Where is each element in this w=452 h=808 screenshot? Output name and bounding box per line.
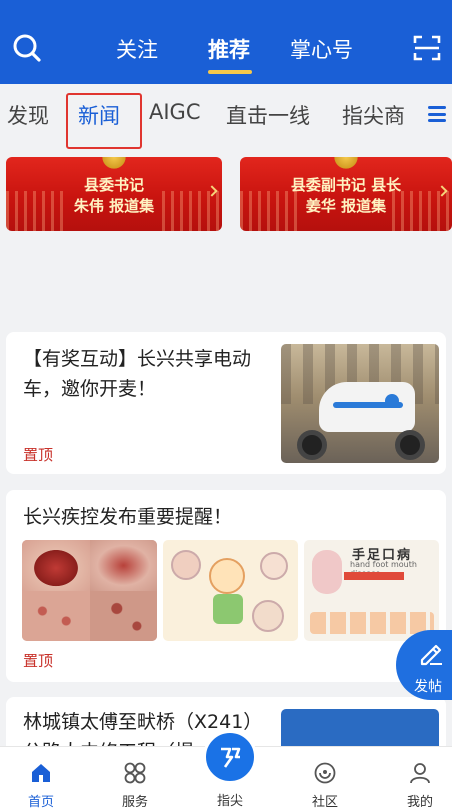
feed-title: 长兴疾控发布重要提醒！ [23,506,233,528]
nav-label: 社区 [311,795,338,808]
community-icon [314,762,336,784]
edit-icon [420,644,442,666]
banner-title: 县委书记 [83,176,144,194]
banner-title: 县委副书记 县长 [290,176,402,194]
banner-subtitle: 姜华 报道集 [305,197,387,215]
feed-title: 【有奖互动】长兴共享电动车，邀你开麦！ [23,348,252,400]
tab-follow[interactable]: 关注 [116,34,158,64]
channel-news-highlight [66,93,142,149]
profile-icon [410,763,430,784]
post-button-label: 发帖 [414,679,442,695]
top-tabs: 关注 推荐 掌心号 [100,30,380,74]
emblem-icon [333,157,359,171]
nav-fingertip-button[interactable] [203,730,257,784]
channel-discover[interactable]: 发现 [7,100,49,130]
pinned-label: 置顶 [23,446,54,464]
nav-label: 首页 [27,795,54,808]
nav-label: 指尖 [216,794,243,808]
grid-icon [124,762,146,784]
symptom-photo-thumbnail [22,540,157,641]
feed-card[interactable]: 长兴疾控发布重要提醒！ 手足口病 hand foot mouth disease… [6,490,446,682]
post-button[interactable]: 发帖 [396,630,452,700]
banner-subtitle: 朱伟 报道集 [73,197,155,215]
channel-menu-icon[interactable] [428,106,446,122]
channel-bar: 发现 新闻 AIGC 直击一线 指尖商 [0,84,452,149]
banner-county-head[interactable]: 县委副书记 县长 姜华 报道集 [240,157,452,231]
top-header: 关注 推荐 掌心号 [0,0,452,84]
tab-zhangxinhao[interactable]: 掌心号 [290,34,353,64]
scan-icon[interactable] [412,33,442,63]
emblem-icon [101,157,127,171]
channel-frontline[interactable]: 直击一线 [226,100,310,130]
feed-card[interactable]: 【有奖互动】长兴共享电动车，邀你开麦！ 置顶 [6,332,446,474]
banner-secretary[interactable]: 县委书记 朱伟 报道集 [6,157,222,231]
home-icon [32,764,50,782]
pinned-label: 置顶 [23,652,54,670]
search-icon[interactable] [12,33,42,63]
scooter-thumbnail [281,344,439,463]
nav-service[interactable]: 服务 [90,747,180,808]
cartoon-illustration-thumbnail [163,540,298,641]
logo-icon [221,747,241,768]
infographic-thumbnail: 手足口病 hand foot mouth disease [304,540,439,641]
nav-label: 我的 [406,795,433,808]
nav-profile[interactable]: 我的 [375,747,452,808]
channel-aigc[interactable]: AIGC [149,100,201,124]
nav-home[interactable]: 首页 [0,747,86,808]
nav-community[interactable]: 社区 [280,747,370,808]
channel-fingertip[interactable]: 指尖商 [342,100,405,130]
active-tab-underline [208,70,252,74]
nav-label: 服务 [121,795,148,808]
tab-recommend[interactable]: 推荐 [208,34,250,64]
